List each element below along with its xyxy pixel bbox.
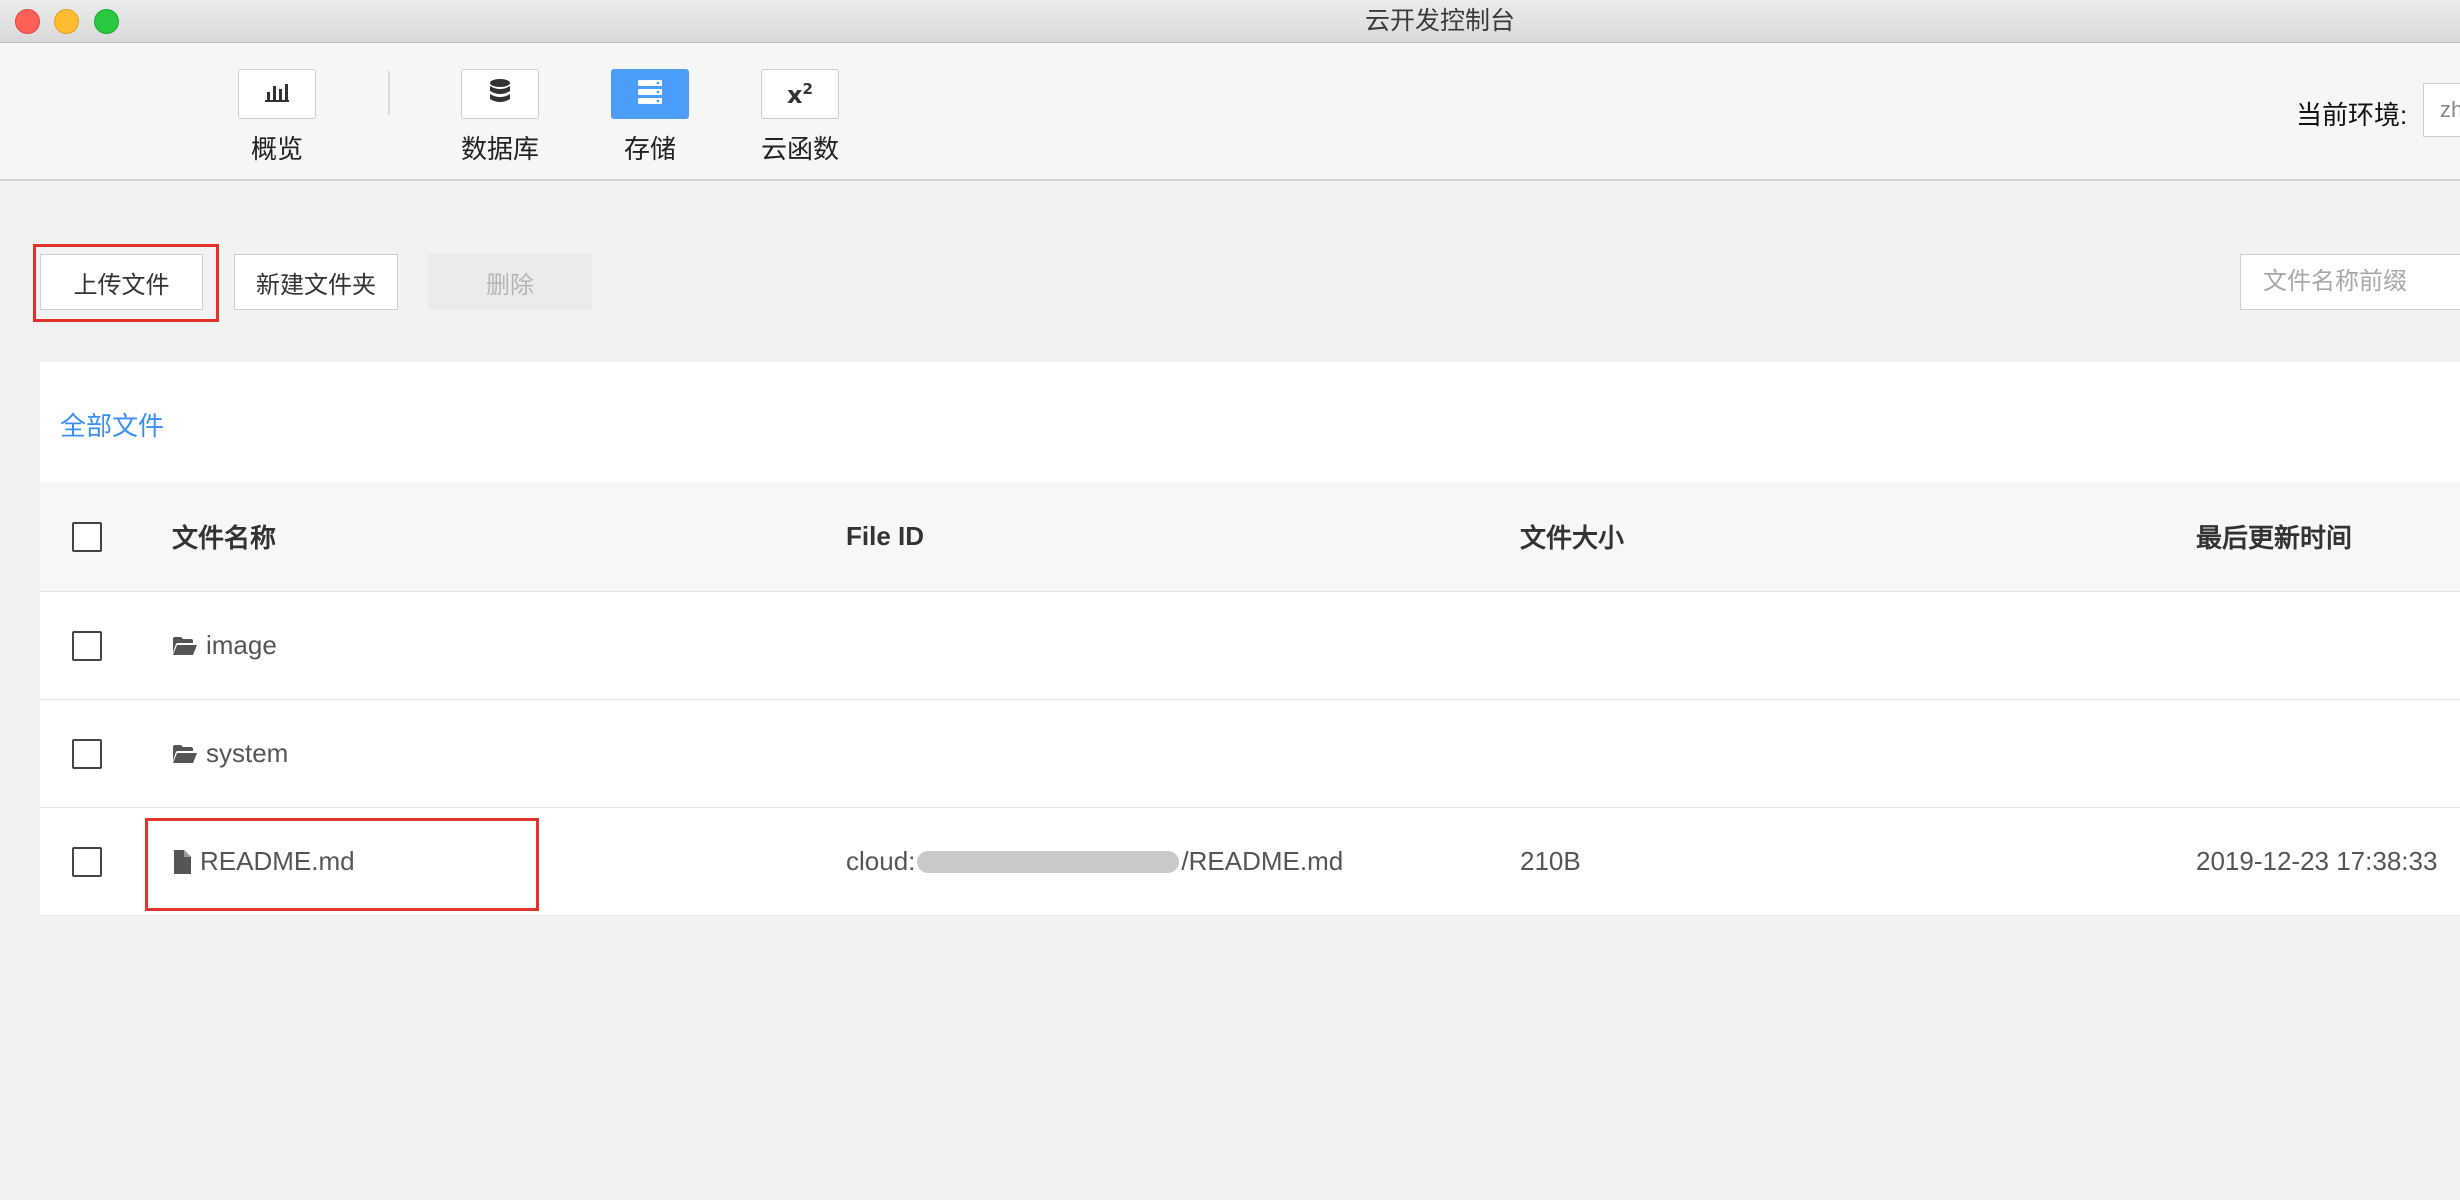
window-title: 云开发控制台: [1364, 7, 1515, 35]
toolbar-divider: [388, 71, 390, 115]
database-button[interactable]: [461, 69, 539, 119]
folder-open-icon: [172, 636, 198, 656]
file-panel: 全部文件 文件名称 File ID 文件大小 最后更新时间 image syst…: [40, 362, 2460, 916]
upload-file-button[interactable]: 上传文件: [40, 254, 203, 310]
tab-label: 存储: [623, 134, 676, 164]
table-row[interactable]: image: [40, 592, 2460, 700]
database-icon: [488, 78, 512, 111]
table-row[interactable]: system: [40, 700, 2460, 808]
column-header-size[interactable]: 文件大小: [1520, 482, 1624, 591]
storage-icon: [636, 79, 664, 110]
table-row[interactable]: README.md cloud: /README.md 210B 2019-12…: [40, 808, 2460, 916]
row-checkbox[interactable]: [72, 738, 102, 769]
delete-button[interactable]: 删除: [428, 254, 592, 310]
environment-select[interactable]: zh: [2423, 83, 2460, 137]
file-name[interactable]: README.md: [200, 846, 355, 877]
environment-label: 当前环境:: [2296, 100, 2408, 130]
breadcrumb-all-files[interactable]: 全部文件: [60, 406, 164, 443]
size-cell: 210B: [1520, 846, 1581, 876]
column-header-file-id[interactable]: File ID: [846, 482, 924, 591]
tab-label: 概览: [250, 134, 303, 164]
select-all-checkbox[interactable]: [72, 521, 102, 552]
tab-label: 云函数: [760, 134, 839, 164]
file-id-suffix: /README.md: [1181, 846, 1344, 876]
tab-cloud-functions[interactable]: x2 云函数: [759, 69, 841, 166]
file-id-cell: cloud: /README.md: [846, 808, 1343, 915]
tab-database[interactable]: 数据库: [459, 69, 541, 166]
tab-storage[interactable]: 存储: [609, 69, 691, 166]
tab-overview[interactable]: 概览: [236, 69, 318, 166]
cloud-functions-button[interactable]: x2: [761, 69, 839, 119]
table-header: 文件名称 File ID 文件大小 最后更新时间: [40, 482, 2460, 592]
title-bar: 云开发控制台: [0, 0, 2460, 43]
row-checkbox[interactable]: [72, 846, 102, 877]
row-checkbox[interactable]: [72, 630, 102, 661]
redacted-segment: [917, 850, 1180, 873]
filename-prefix-search-input[interactable]: [2240, 254, 2460, 310]
toolbar: 概览 数据库 存储 x2 云函数 当前环境: z: [0, 43, 2460, 181]
file-id-prefix: cloud:: [846, 846, 916, 876]
folder-name[interactable]: image: [206, 630, 277, 661]
tab-label: 数据库: [460, 134, 539, 164]
updated-cell: 2019-12-23 17:38:33: [2196, 846, 2438, 876]
folder-name[interactable]: system: [206, 738, 288, 769]
file-icon: [172, 849, 192, 875]
storage-button[interactable]: [611, 69, 689, 119]
new-folder-button[interactable]: 新建文件夹: [234, 254, 398, 310]
column-header-updated[interactable]: 最后更新时间: [2196, 482, 2352, 591]
bar-chart-icon: [264, 81, 290, 108]
folder-open-icon: [172, 744, 198, 764]
overview-button[interactable]: [238, 69, 316, 119]
column-header-name[interactable]: 文件名称: [172, 482, 276, 591]
function-icon: x2: [787, 79, 813, 109]
